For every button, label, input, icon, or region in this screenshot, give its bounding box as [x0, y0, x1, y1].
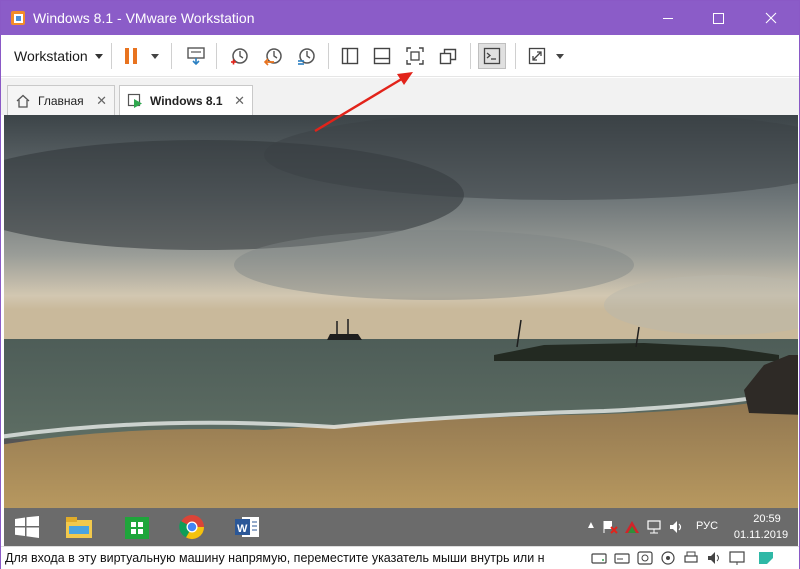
- vm-running-icon: [127, 93, 142, 108]
- toolbar-separator: [216, 43, 217, 69]
- show-desktop-button[interactable]: [789, 508, 798, 546]
- vmware-app-icon[interactable]: [10, 10, 26, 26]
- toolbar-separator: [111, 43, 112, 69]
- clock-date[interactable]: 01.11.2019: [731, 529, 791, 541]
- guest-desktop-wallpaper: [4, 115, 798, 508]
- close-tab-icon[interactable]: ✕: [234, 94, 245, 107]
- windows-store-icon: [125, 517, 149, 539]
- power-menu-chevron-icon[interactable]: [151, 54, 159, 59]
- console-view-button[interactable]: [478, 43, 506, 69]
- workstation-menu-button[interactable]: Workstation: [7, 43, 110, 69]
- take-snapshot-button[interactable]: [225, 43, 253, 69]
- file-explorer-icon: [66, 517, 92, 538]
- taskbar-windows-store[interactable]: [114, 511, 160, 543]
- taskbar-chrome[interactable]: [169, 511, 215, 543]
- minimize-icon: [663, 18, 673, 19]
- revert-snapshot-button[interactable]: [259, 43, 287, 69]
- send-ctrl-alt-del-icon: [187, 47, 205, 66]
- chevron-down-icon: [94, 53, 103, 59]
- close-icon: [765, 12, 777, 24]
- snapshot-manager-icon: [298, 48, 315, 65]
- unity-icon: [439, 48, 457, 65]
- tab-bar: Главная ✕ Windows 8.1 ✕: [1, 78, 799, 116]
- stretch-guest-button[interactable]: [523, 43, 551, 69]
- windows-start-icon[interactable]: [14, 516, 40, 538]
- title-bar[interactable]: Windows 8.1 - VMware Workstation: [1, 1, 799, 35]
- workstation-menu-label: Workstation: [14, 48, 88, 64]
- show-thumbnail-bar-button[interactable]: [368, 43, 396, 69]
- show-hidden-icons-button[interactable]: ▲: [586, 520, 596, 531]
- guest-taskbar: W ▲ РУС 20:59 01.11.2019: [4, 508, 798, 546]
- message-log-icon[interactable]: [757, 550, 775, 566]
- input-language-indicator[interactable]: РУС: [696, 520, 718, 532]
- svg-text:W: W: [237, 523, 248, 535]
- toolbar-separator: [171, 43, 172, 69]
- pause-button[interactable]: [117, 43, 145, 69]
- toolbar-separator: [328, 43, 329, 69]
- maximize-icon: [713, 13, 724, 24]
- network-adapter-icon[interactable]: [636, 550, 654, 566]
- window-title: Windows 8.1 - VMware Workstation: [33, 10, 255, 26]
- stretch-menu-chevron-icon[interactable]: [556, 54, 564, 59]
- console-view-icon: [483, 47, 501, 65]
- status-message: Для входа в эту виртуальную машину напря…: [5, 551, 545, 565]
- toolbar: Workstation: [1, 35, 799, 77]
- toolbar-separator: [470, 43, 471, 69]
- tab-home[interactable]: Главная ✕: [7, 85, 115, 115]
- maximize-button[interactable]: [694, 1, 740, 35]
- hard-disk-icon[interactable]: [590, 550, 608, 566]
- snapshot-take-icon: [231, 48, 248, 65]
- snapshot-revert-icon: [263, 48, 282, 66]
- close-tab-icon[interactable]: ✕: [96, 94, 107, 107]
- full-screen-icon: [406, 47, 424, 65]
- vmware-window: Windows 8.1 - VMware Workstation Worksta…: [0, 0, 800, 569]
- tab-label: Главная: [38, 93, 84, 108]
- show-thumbnail-bar-icon: [373, 47, 391, 65]
- network-tray-icon[interactable]: [646, 520, 662, 534]
- send-ctrl-alt-del-button[interactable]: [182, 43, 210, 69]
- home-icon: [16, 94, 30, 108]
- usb-icon[interactable]: [659, 550, 677, 566]
- volume-icon[interactable]: [668, 520, 684, 534]
- show-library-icon: [341, 47, 359, 65]
- stretch-guest-icon: [528, 47, 546, 65]
- clock-time[interactable]: 20:59: [742, 513, 792, 525]
- vm-console-screen[interactable]: [4, 115, 798, 508]
- unity-button[interactable]: [434, 43, 462, 69]
- full-screen-button[interactable]: [401, 43, 429, 69]
- taskbar-file-explorer[interactable]: [56, 511, 102, 543]
- toolbar-separator: [515, 43, 516, 69]
- pause-icon: [125, 48, 137, 64]
- sound-card-icon[interactable]: [705, 550, 723, 566]
- cd-dvd-icon[interactable]: [613, 550, 631, 566]
- tab-windows-8-1[interactable]: Windows 8.1 ✕: [119, 85, 253, 116]
- snapshot-manager-button[interactable]: [292, 43, 320, 69]
- printer-icon[interactable]: [682, 550, 700, 566]
- word-icon: W: [235, 517, 259, 537]
- taskbar-word[interactable]: W: [224, 511, 270, 543]
- action-center-flag-icon[interactable]: [602, 520, 618, 534]
- close-button[interactable]: [747, 1, 793, 35]
- tab-label: Windows 8.1: [150, 94, 223, 108]
- chrome-icon: [179, 515, 204, 540]
- show-library-button[interactable]: [336, 43, 364, 69]
- status-bar: Для входа в эту виртуальную машину напря…: [1, 546, 799, 569]
- minimize-button[interactable]: [644, 1, 690, 35]
- antivirus-icon[interactable]: [624, 520, 640, 534]
- display-icon[interactable]: [728, 550, 746, 566]
